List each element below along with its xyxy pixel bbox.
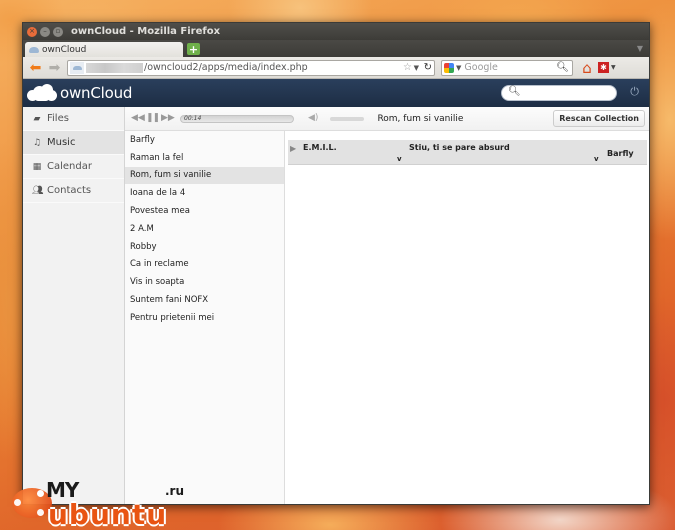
playlist-item[interactable]: 2 A.M: [125, 220, 284, 238]
url-path: /owncloud2/apps/media/index.php: [144, 62, 308, 73]
browser-tab[interactable]: ownCloud: [25, 42, 183, 57]
title-bar: × – ▫ ownCloud - Mozilla Firefox: [23, 23, 649, 40]
album-name[interactable]: Stiu, ti se pare absurd: [409, 143, 510, 152]
window-close-button[interactable]: ×: [27, 26, 37, 37]
url-history-chevron-icon[interactable]: ▼: [414, 64, 419, 72]
calendar-icon: ▦: [32, 161, 42, 172]
pause-icon[interactable]: ❚❚: [146, 114, 160, 123]
sidebar-item-calendar[interactable]: ▦ Calendar: [23, 155, 124, 179]
playlist-item[interactable]: Pentru prietenii mei: [125, 309, 284, 327]
sidebar-item-files[interactable]: ▰ Files: [23, 107, 124, 131]
song-name[interactable]: Barfly: [607, 149, 634, 158]
music-note-icon: ♫: [32, 137, 42, 148]
playlist-item[interactable]: Barfly: [125, 131, 284, 149]
collection-artist-row[interactable]: ▶ E.M.I.L. Stiu, ti se pare absurd v v B…: [288, 140, 647, 165]
myubuntu-watermark: MY .ru ubuntu: [12, 478, 202, 530]
song-expand-toggle[interactable]: v: [594, 155, 599, 163]
sidebar-item-label: Music: [47, 137, 76, 148]
sidebar-item-contacts[interactable]: 👥︎ Contacts: [23, 179, 124, 203]
playlist-item[interactable]: Ioana de la 4: [125, 184, 284, 202]
new-tab-button[interactable]: +: [187, 43, 200, 55]
folder-icon: ▰: [33, 113, 41, 124]
playlist-item[interactable]: Raman la fel: [125, 149, 284, 167]
owncloud-logo[interactable]: ownCloud: [27, 84, 132, 102]
search-icon: 🔍︎: [508, 86, 521, 97]
tab-list-chevron-icon[interactable]: ▼: [637, 44, 643, 53]
bookmark-star-icon[interactable]: ☆: [403, 62, 412, 73]
web-search-bar[interactable]: ▼ Google 🔍︎: [441, 59, 573, 76]
playlist-item[interactable]: Suntem fani NOFX: [125, 291, 284, 309]
next-track-icon[interactable]: ▶▶: [161, 114, 175, 123]
app-sidebar: ▰ Files ♫ Music ▦ Calendar 👥︎ Contacts: [23, 107, 125, 504]
url-bar[interactable]: /owncloud2/apps/media/index.php ☆ ▼ ↻: [67, 59, 435, 76]
tab-bar: ownCloud + ▼: [23, 40, 649, 57]
elapsed-time: 00:14: [184, 114, 202, 122]
browser-tab-title: ownCloud: [42, 44, 87, 55]
addon-icon: ✱: [598, 62, 609, 73]
artist-name[interactable]: E.M.I.L.: [303, 143, 337, 152]
album-expand-toggle[interactable]: v: [397, 155, 402, 163]
blurred-host: [86, 62, 143, 73]
firefox-window: × – ▫ ownCloud - Mozilla Firefox ownClou…: [22, 22, 650, 505]
playlist: Barfly Raman la fel Rom, fum si vanilie …: [125, 131, 285, 504]
sidebar-item-music[interactable]: ♫ Music: [23, 131, 124, 155]
playlist-item[interactable]: Povestea mea: [125, 202, 284, 220]
owncloud-body: ▰ Files ♫ Music ▦ Calendar 👥︎ Contacts ◀…: [23, 107, 649, 504]
volume-slider[interactable]: [330, 116, 365, 121]
contacts-icon: 👥︎: [32, 185, 44, 196]
owncloud-favicon-icon: [29, 46, 39, 53]
reload-icon[interactable]: ↻: [424, 62, 432, 73]
window-maximize-button[interactable]: ▫: [53, 26, 63, 37]
watermark-ubuntu-text: ubuntu: [48, 498, 168, 530]
window-title: ownCloud - Mozilla Firefox: [71, 26, 221, 37]
sidebar-item-label: Files: [47, 113, 69, 124]
search-engine-chevron-icon[interactable]: ▼: [456, 64, 461, 72]
play-icon[interactable]: ▶: [290, 144, 296, 153]
playlist-item[interactable]: Ca in reclame: [125, 256, 284, 274]
window-minimize-button[interactable]: –: [40, 26, 50, 37]
collection-view: ▶ E.M.I.L. Stiu, ti se pare absurd v v B…: [285, 131, 649, 504]
forward-arrow-icon[interactable]: ➡: [45, 61, 64, 75]
playlist-item[interactable]: Robby: [125, 238, 284, 256]
addon-button[interactable]: ✱ ▼: [598, 60, 618, 76]
magnifier-icon[interactable]: 🔍︎: [556, 62, 569, 73]
now-playing-title: Rom, fum si vanilie: [377, 113, 464, 124]
seek-bar[interactable]: 00:14: [180, 114, 294, 123]
volume-icon[interactable]: ◀): [308, 114, 318, 123]
site-identity-icon[interactable]: [70, 61, 84, 74]
owncloud-header: ownCloud 🔍︎ ⏻: [23, 79, 649, 107]
previous-track-icon[interactable]: ◀◀: [131, 114, 145, 123]
back-arrow-icon[interactable]: ⬅: [26, 61, 45, 75]
google-engine-icon[interactable]: [444, 62, 454, 73]
rescan-collection-button[interactable]: Rescan Collection: [553, 110, 645, 127]
owncloud-logo-text: ownCloud: [60, 84, 133, 102]
sidebar-item-label: Calendar: [47, 161, 92, 172]
sidebar-item-label: Contacts: [47, 185, 92, 196]
navigation-toolbar: ⬅ ➡ /owncloud2/apps/media/index.php ☆ ▼ …: [23, 57, 649, 79]
watermark-ru-text: .ru: [165, 484, 185, 498]
playlist-item[interactable]: Vis in soapta: [125, 273, 284, 291]
cloud-logo-icon: [27, 84, 59, 102]
playlist-item-active[interactable]: Rom, fum si vanilie: [125, 166, 284, 185]
logout-power-icon[interactable]: ⏻: [630, 86, 639, 97]
music-player-bar: ◀◀ ❚❚ ▶▶ 00:14 ◀) Rom, fum si vanilie Re…: [125, 107, 649, 131]
web-search-placeholder: Google: [464, 62, 498, 73]
home-icon[interactable]: ⌂: [579, 60, 595, 76]
addon-chevron-icon: ▼: [611, 64, 616, 71]
